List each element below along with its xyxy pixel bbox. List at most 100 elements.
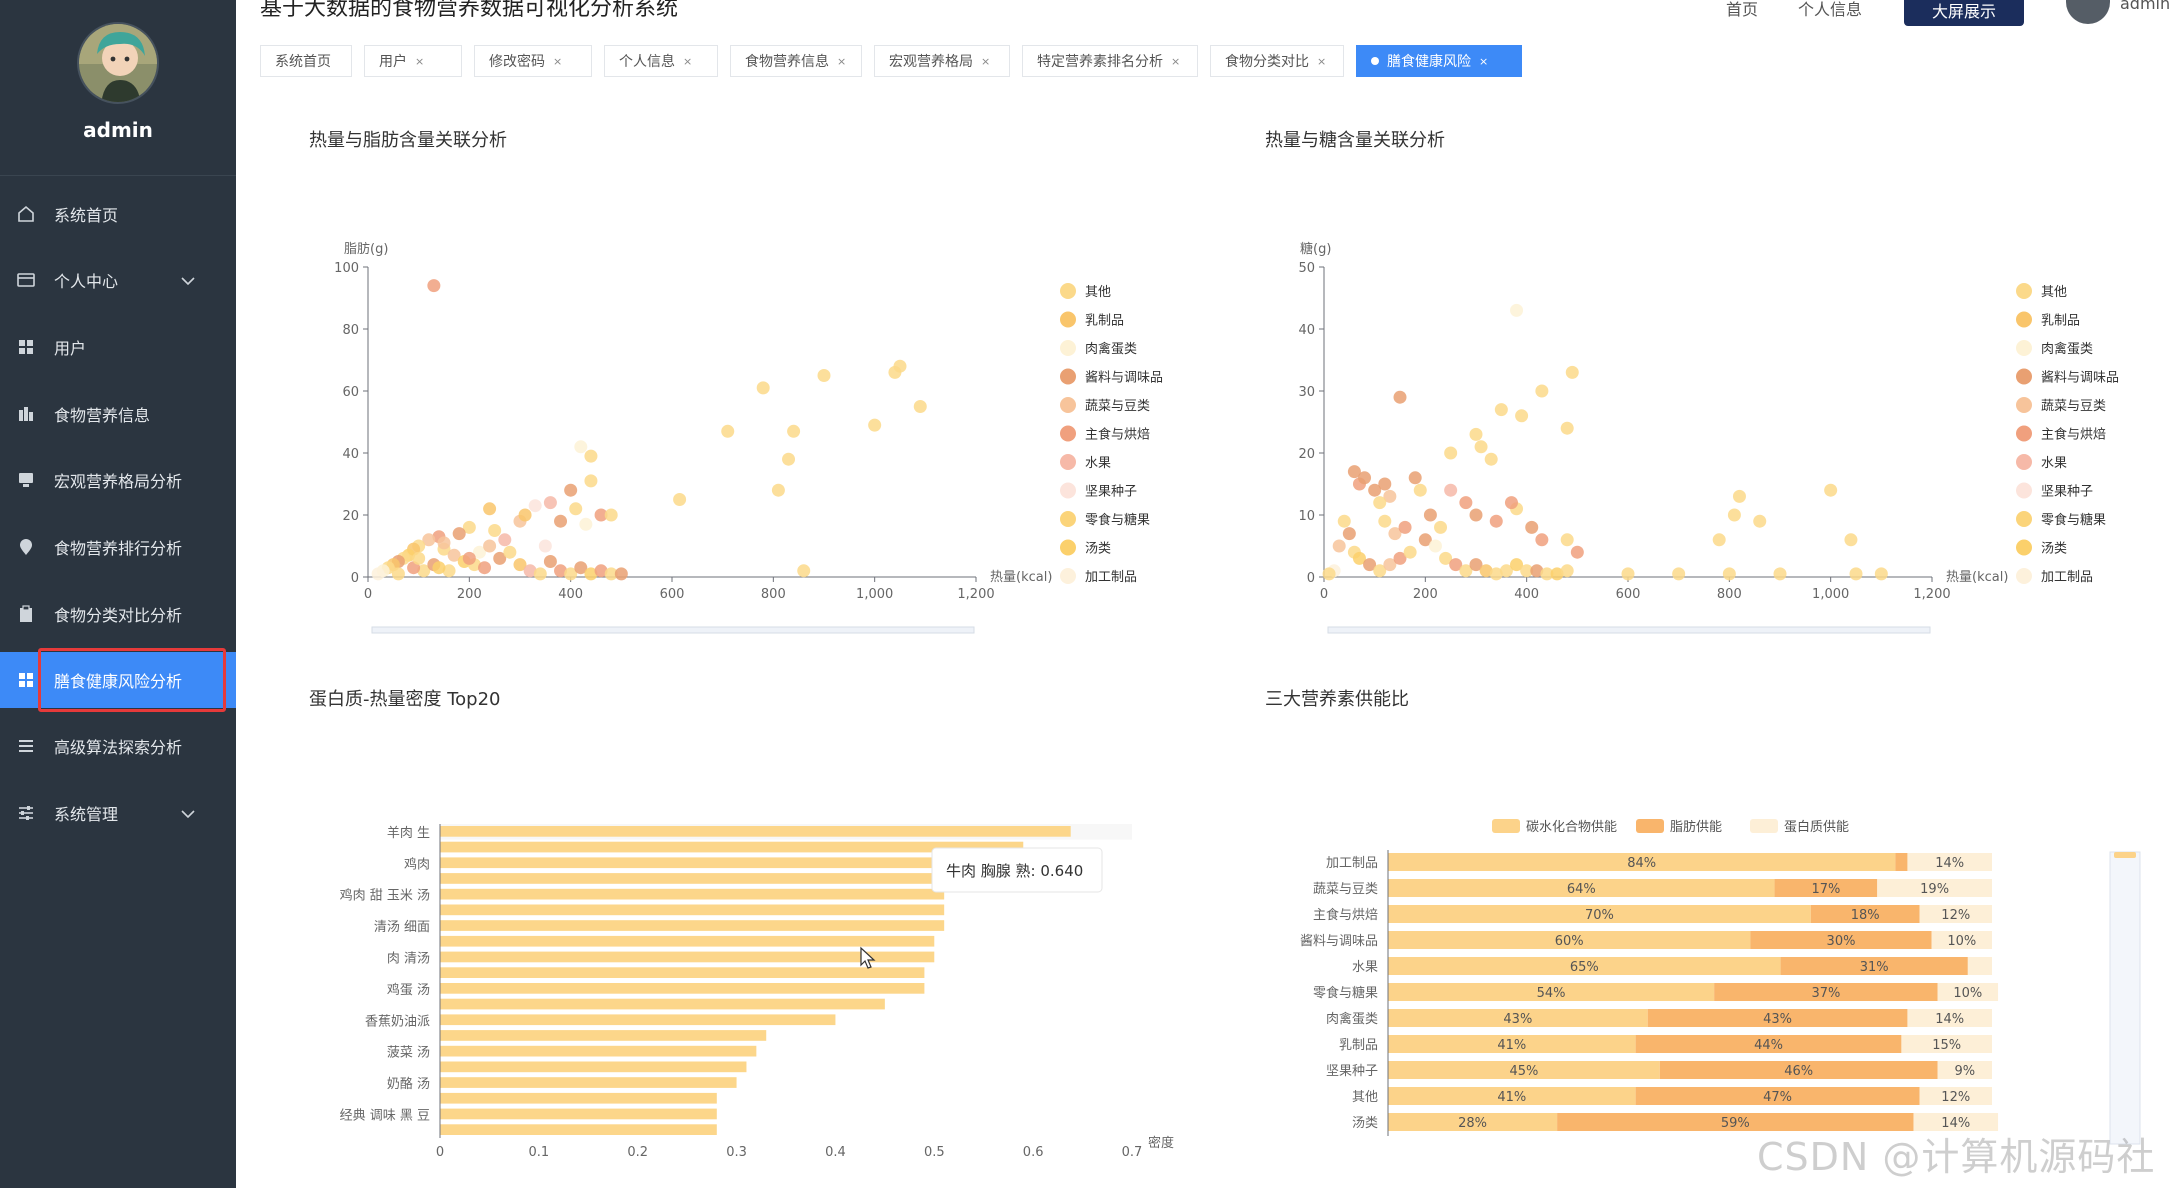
tab-6[interactable]: 特定营养素排名分析 × [1022,45,1198,77]
scatter-point [1535,533,1549,547]
density-bar [440,857,945,869]
scatter-point [543,496,557,510]
segment-label: 47% [1763,1090,1792,1105]
category-label: 肉 清汤 [387,951,430,966]
close-icon[interactable]: × [415,55,424,68]
tab-4[interactable]: 食物营养信息 × [730,45,862,77]
density-bar [440,935,935,947]
scatter-point [1621,567,1635,581]
legend-label: 主食与烘焙 [1085,427,1150,443]
protein-density-bar-chart[interactable]: 羊肉 生鸡肉鸡肉 甜 玉米 汤清汤 细面肉 清汤鸡蛋 汤香蕉奶油派菠菜 汤奶酪 … [300,800,1200,1185]
sidebar-username: admin [83,118,153,142]
x-tick-label: 1,000 [1812,587,1849,602]
scatter-point [1560,564,1574,578]
scatter-point [1712,533,1726,547]
x-tick-label: 0.7 [1122,1145,1143,1160]
scatter-point [1378,514,1392,528]
legend-label: 零食与糖果 [2041,512,2106,528]
x-tick-label: 1,200 [957,587,994,602]
close-icon[interactable]: × [1317,55,1326,68]
sidebar-item-home[interactable]: 系统首页 [0,186,236,242]
panel-title-protein: 蛋白质-热量密度 Top20 [309,689,501,710]
sidebar-item-system-management[interactable]: 系统管理 [0,785,236,841]
legend-marker [2016,568,2032,584]
sidebar-item-category-compare[interactable]: 食物分类对比分析 [0,586,236,642]
legend-marker [1492,819,1520,833]
tab-label: 系统首页 [275,54,331,70]
scatter-point [579,517,593,531]
header-avatar[interactable] [2066,0,2110,24]
close-icon[interactable]: × [553,55,562,68]
tab-5[interactable]: 宏观营养格局 × [874,45,1010,77]
sidebar-item-macro-analysis[interactable]: 宏观营养格局分析 [0,452,236,508]
legend-label: 酱料与调味品 [1085,371,1163,386]
sidebar-item-users[interactable]: 用户 [0,319,236,375]
density-bar [440,1014,836,1026]
scatter-point [564,483,578,497]
legend-marker [1060,368,1076,385]
scatter-point [1849,567,1863,581]
category-label: 奶酪 汤 [387,1076,430,1092]
scatter-point [1423,508,1437,522]
scatter-point [1672,567,1686,581]
scatter-point [913,400,927,413]
tab-1[interactable]: 用户 × [364,45,462,77]
sidebar-item-dietary-risk[interactable]: 膳食健康风险分析 [0,652,236,708]
legend-marker [2016,311,2032,328]
segment-label: 54% [1537,986,1566,1001]
sidebar-item-personal-center[interactable]: 个人中心 [0,252,236,308]
legend-label: 脂肪供能 [1670,819,1722,835]
segment-label: 17% [1811,882,1840,897]
tab-label: 食物分类对比 [1225,54,1309,70]
top-link-home[interactable]: 首页 [1726,0,1758,20]
close-icon[interactable]: × [981,55,990,68]
sidebar-item-food-nutrition[interactable]: 食物营养信息 [0,386,236,442]
x-tick-label: 400 [558,587,583,602]
close-icon[interactable]: × [1479,55,1488,68]
category-label: 其他 [1352,1090,1378,1105]
y-tick-label: 40 [1298,323,1315,338]
tab-8[interactable]: 膳食健康风险 × [1356,45,1522,77]
big-screen-button[interactable]: 大屏展示 [1904,0,2024,26]
scatter-point [1824,483,1838,497]
top-link-profile[interactable]: 个人信息 [1798,0,1862,20]
scatter-point [1393,390,1407,404]
sidebar-item-ranking-analysis[interactable]: 食物营养排行分析 [0,519,236,575]
segment-label: 41% [1497,1038,1526,1053]
scatter-point [1565,365,1579,379]
scatter-point [1560,421,1574,435]
segment-label: 65% [1570,960,1599,975]
scatter-point [437,536,451,550]
sugar-scatter-chart[interactable]: 糖(g) 0 10 20 30 40 50 0 200 400 600 800 1,000 1,200 热量… [1256,225,2156,645]
scatter-point [1408,471,1422,485]
density-bar [440,888,945,900]
legend-marker [1750,819,1778,833]
scatter-point [1322,567,1336,581]
close-icon[interactable]: × [1171,55,1180,68]
density-bar [440,826,1071,837]
sidebar-item-label: 个人中心 [54,272,119,291]
monitor-icon [12,472,40,488]
sidebar-item-advanced-algorithm[interactable]: 高级算法探索分析 [0,718,236,774]
tab-2[interactable]: 修改密码 × [474,45,592,77]
sidebar-item-label: 食物营养排行分析 [54,539,183,558]
segment-label: 59% [1721,1116,1750,1131]
scatter-point [771,483,785,497]
category-label: 加工制品 [1326,856,1378,871]
sidebar-item-label: 食物分类对比分析 [54,606,183,625]
close-icon[interactable]: × [837,55,846,68]
scatter-point [503,545,517,559]
x-tick-label: 0.1 [529,1145,550,1160]
fat-scatter-chart[interactable]: 脂肪(g) 0 20 40 60 80 100 0 200 400 600 800 1,000 1,200… [300,225,1200,645]
segment-label: 28% [1458,1116,1487,1131]
legend-marker [2016,511,2032,527]
avatar[interactable] [77,22,159,104]
scatter-point [483,539,497,553]
scatter-point [868,418,882,432]
x-tick-label: 200 [1413,587,1438,602]
tab-3[interactable]: 个人信息 × [604,45,718,77]
tab-0[interactable]: 系统首页 [260,45,352,77]
close-icon[interactable]: × [683,55,692,68]
header-username[interactable]: admin [2120,0,2170,13]
tab-7[interactable]: 食物分类对比 × [1210,45,1344,77]
